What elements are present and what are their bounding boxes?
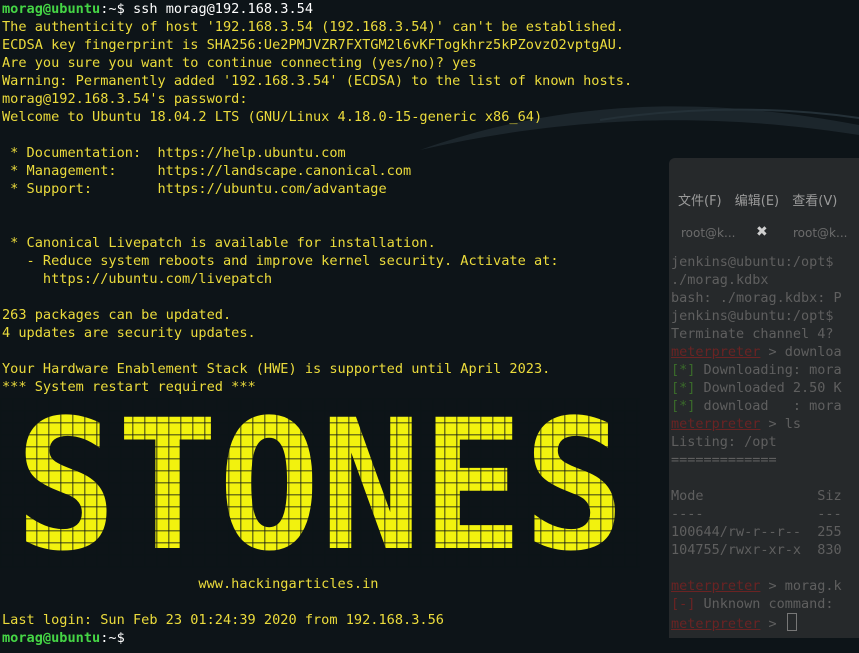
background-terminal-line: meterpreter > downloa [671, 344, 842, 360]
background-terminal-output: jenkins@ubuntu:/opt$ ./morag.kdbx bash: ./… [671, 253, 859, 633]
background-menubar: 文件(F) 编辑(E) 查看(V) [669, 190, 859, 212]
background-terminal-window[interactable]: 文件(F) 编辑(E) 查看(V) root@k... ✖ root@k... … [669, 158, 859, 638]
background-terminal-line: [*] download : mora [671, 398, 842, 414]
background-terminal-line: ============= [671, 452, 777, 468]
menu-edit[interactable]: 编辑(E) [735, 190, 779, 209]
prompt-path: :~$ [100, 1, 125, 17]
menu-view[interactable]: 查看(V) [792, 190, 837, 209]
stones-banner: STONES [0, 398, 640, 568]
command-line: morag@ubuntu:~$ ssh morag@192.168.3.54 [2, 0, 313, 18]
terminal-line: 263 packages can be updated. [2, 307, 232, 323]
prompt-user: morag@ubuntu [2, 1, 101, 17]
terminal-line: 4 updates are security updates. [2, 325, 256, 341]
background-terminal-line [671, 469, 859, 487]
cursor [786, 613, 797, 631]
terminal-line: * Documentation: https://help.ubuntu.com [2, 145, 346, 161]
background-terminal-line: Listing: /opt [671, 434, 777, 450]
background-terminal-line: meterpreter > morag.k [671, 578, 842, 594]
background-terminal-line: [*] Downloading: mora [671, 362, 842, 378]
ssh-command: ssh morag@192.168.3.54 [124, 1, 314, 17]
terminal-line: https://ubuntu.com/livepatch [2, 271, 273, 287]
terminal-line: Are you sure you want to continue connec… [2, 55, 477, 71]
background-terminal-line: 100644/rw-r--r-- 255 [671, 524, 842, 540]
tab-root-1[interactable]: root@k... [681, 226, 735, 240]
background-tab-bar: root@k... ✖ root@k... [669, 222, 859, 248]
background-terminal-line: [*] Downloaded 2.50 K [671, 380, 842, 396]
background-terminal-line: meterpreter > [671, 613, 859, 633]
terminal-line: Welcome to Ubuntu 18.04.2 LTS (GNU/Linux… [2, 109, 543, 125]
tab-root-2[interactable]: root@k... [793, 226, 847, 240]
banner-credit: www.hackingarticles.in [2, 576, 379, 592]
background-terminal-line: Terminate channel 4? [671, 326, 834, 342]
background-terminal-line: [-] Unknown command: [671, 596, 842, 612]
terminal-line: * Management: https://landscape.canonica… [2, 163, 412, 179]
terminal-line: * Canonical Livepatch is available for i… [2, 235, 436, 251]
terminal-line: morag@192.168.3.54's password: [2, 91, 248, 107]
active-prompt[interactable]: morag@ubuntu:~$ [2, 629, 125, 647]
terminal-line: Your Hardware Enablement Stack (HWE) is … [2, 361, 551, 377]
last-login: Last login: Sun Feb 23 01:24:39 2020 fro… [2, 612, 444, 628]
background-terminal-line: jenkins@ubuntu:/opt$ [671, 254, 834, 270]
terminal-line: - Reduce system reboots and improve kern… [2, 253, 559, 269]
close-icon[interactable]: ✖ [756, 224, 768, 240]
background-terminal-line: 104755/rwxr-xr-x 830 [671, 542, 842, 558]
background-terminal-line: jenkins@ubuntu:/opt$ [671, 308, 834, 324]
background-terminal-line: ---- --- [671, 506, 842, 522]
background-terminal-line: ./morag.kdbx [671, 272, 769, 288]
background-terminal-line: Mode Siz [671, 488, 842, 504]
terminal-line: The authenticity of host '192.168.3.54 (… [2, 19, 624, 35]
terminal-line: ECDSA key fingerprint is SHA256:Ue2PMJVZ… [2, 37, 624, 53]
prompt-user: morag@ubuntu [2, 630, 101, 646]
terminal-line: * Support: https://ubuntu.com/advantage [2, 181, 387, 197]
prompt-path: :~$ [100, 630, 125, 646]
terminal-line: *** System restart required *** [2, 379, 256, 395]
background-terminal-line: meterpreter > ls [671, 416, 802, 432]
background-terminal-line [671, 559, 859, 577]
terminal-line: Warning: Permanently added '192.168.3.54… [2, 73, 633, 89]
banner-pixel-grid [0, 398, 640, 568]
background-terminal-line: bash: ./morag.kdbx: P [671, 290, 842, 306]
menu-file[interactable]: 文件(F) [678, 190, 722, 209]
